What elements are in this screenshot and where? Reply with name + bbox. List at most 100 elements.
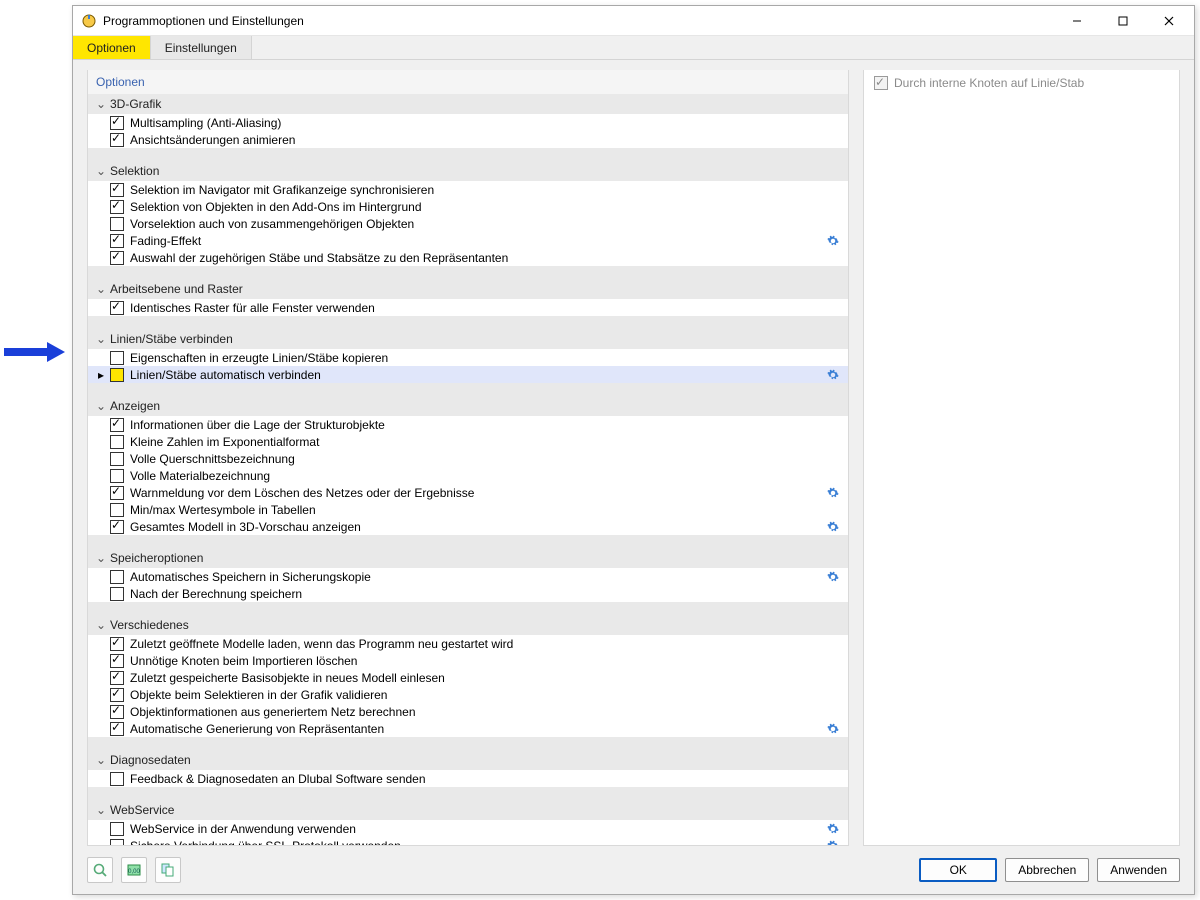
gear-icon[interactable] bbox=[826, 234, 840, 248]
option-auto-backup[interactable]: Automatisches Speichern in Sicherungskop… bbox=[88, 568, 848, 585]
checkbox-icon[interactable] bbox=[110, 183, 124, 197]
checkbox-icon[interactable] bbox=[110, 133, 124, 147]
group-speicher[interactable]: ⌄Speicheroptionen bbox=[88, 548, 848, 568]
option-identical-raster[interactable]: Identisches Raster für alle Fenster verw… bbox=[88, 299, 848, 316]
option-full-material[interactable]: Volle Materialbezeichnung bbox=[88, 467, 848, 484]
cancel-button[interactable]: Abbrechen bbox=[1005, 858, 1089, 882]
checkbox-icon[interactable] bbox=[110, 671, 124, 685]
checkbox-icon[interactable] bbox=[110, 251, 124, 265]
tab-einstellungen-label: Einstellungen bbox=[165, 41, 237, 55]
group-3d-grafik[interactable]: ⌄3D-Grafik bbox=[88, 94, 848, 114]
option-copy-properties[interactable]: Eigenschaften in erzeugte Linien/Stäbe k… bbox=[88, 349, 848, 366]
options-tree[interactable]: ⌄3D-Grafik Multisampling (Anti-Aliasing)… bbox=[88, 94, 848, 845]
units-button[interactable]: 0,00 bbox=[121, 857, 147, 883]
option-animate-view[interactable]: Ansichtsänderungen animieren bbox=[88, 131, 848, 148]
detail-pane: Durch interne Knoten auf Linie/Stab bbox=[863, 70, 1180, 846]
group-webservice[interactable]: ⌄WebService bbox=[88, 800, 848, 820]
option-save-after-calc[interactable]: Nach der Berechnung speichern bbox=[88, 585, 848, 602]
option-preselect-related[interactable]: Vorselektion auch von zusammengehörigen … bbox=[88, 215, 848, 232]
group-arbeitsebene[interactable]: ⌄Arbeitsebene und Raster bbox=[88, 279, 848, 299]
chevron-down-icon: ⌄ bbox=[94, 164, 108, 178]
group-linien-staebe[interactable]: ⌄Linien/Stäbe verbinden bbox=[88, 329, 848, 349]
ok-button[interactable]: OK bbox=[919, 858, 997, 882]
close-button[interactable] bbox=[1146, 6, 1192, 35]
group-diagnose[interactable]: ⌄Diagnosedaten bbox=[88, 750, 848, 770]
option-validate-on-select[interactable]: Objekte beim Selektieren in der Grafik v… bbox=[88, 686, 848, 703]
group-anzeigen[interactable]: ⌄Anzeigen bbox=[88, 396, 848, 416]
window-title: Programmoptionen und Einstellungen bbox=[103, 14, 1054, 28]
option-multisampling[interactable]: Multisampling (Anti-Aliasing) bbox=[88, 114, 848, 131]
checkbox-icon[interactable] bbox=[110, 570, 124, 584]
checkbox-icon[interactable] bbox=[110, 301, 124, 315]
gear-icon[interactable] bbox=[826, 822, 840, 836]
option-webservice-enable[interactable]: WebService in der Anwendung verwenden bbox=[88, 820, 848, 837]
group-selektion[interactable]: ⌄Selektion bbox=[88, 161, 848, 181]
option-through-internal-nodes: Durch interne Knoten auf Linie/Stab bbox=[874, 76, 1169, 90]
option-mesh-obj-info[interactable]: Objektinformationen aus generiertem Netz… bbox=[88, 703, 848, 720]
checkbox-icon[interactable] bbox=[110, 469, 124, 483]
group-verschiedenes[interactable]: ⌄Verschiedenes bbox=[88, 615, 848, 635]
checkbox-icon[interactable] bbox=[110, 587, 124, 601]
checkbox-icon[interactable] bbox=[110, 435, 124, 449]
checkbox-icon[interactable] bbox=[110, 705, 124, 719]
pointer-arrow bbox=[4, 342, 70, 362]
gear-icon[interactable] bbox=[826, 722, 840, 736]
option-minmax-symbols[interactable]: Min/max Wertesymbole in Tabellen bbox=[88, 501, 848, 518]
checkbox-icon[interactable] bbox=[110, 637, 124, 651]
option-fading-effekt[interactable]: Fading-Effekt bbox=[88, 232, 848, 249]
option-addons-background[interactable]: Selektion von Objekten in den Add-Ons im… bbox=[88, 198, 848, 215]
minimize-button[interactable] bbox=[1054, 6, 1100, 35]
checkbox-icon[interactable] bbox=[110, 486, 124, 500]
apply-button[interactable]: Anwenden bbox=[1097, 858, 1180, 882]
tab-bar: Optionen Einstellungen bbox=[73, 36, 1194, 60]
checkbox-icon[interactable] bbox=[110, 368, 124, 382]
option-full-3d-preview[interactable]: Gesamtes Modell in 3D-Vorschau anzeigen bbox=[88, 518, 848, 535]
checkbox-icon[interactable] bbox=[110, 822, 124, 836]
option-small-exp[interactable]: Kleine Zahlen im Exponentialformat bbox=[88, 433, 848, 450]
tab-optionen-label: Optionen bbox=[87, 41, 136, 55]
option-auto-connect[interactable]: ▸Linien/Stäbe automatisch verbinden bbox=[88, 366, 848, 383]
dialog-footer: 0,00 OK Abbrechen Anwenden bbox=[73, 846, 1194, 894]
checkbox-icon[interactable] bbox=[110, 688, 124, 702]
option-delete-warning[interactable]: Warnmeldung vor dem Löschen des Netzes o… bbox=[88, 484, 848, 501]
tab-optionen[interactable]: Optionen bbox=[73, 36, 151, 59]
option-del-unused-nodes[interactable]: Unnötige Knoten beim Importieren löschen bbox=[88, 652, 848, 669]
checkbox-icon[interactable] bbox=[110, 200, 124, 214]
checkbox-icon[interactable] bbox=[110, 772, 124, 786]
checkbox-icon[interactable] bbox=[110, 217, 124, 231]
checkbox-icon[interactable] bbox=[110, 351, 124, 365]
titlebar: Programmoptionen und Einstellungen bbox=[73, 6, 1194, 36]
gear-icon[interactable] bbox=[826, 486, 840, 500]
reset-defaults-button[interactable] bbox=[155, 857, 181, 883]
tab-einstellungen[interactable]: Einstellungen bbox=[151, 36, 252, 59]
option-send-diagnostics[interactable]: Feedback & Diagnosedaten an Dlubal Softw… bbox=[88, 770, 848, 787]
checkbox-icon[interactable] bbox=[110, 418, 124, 432]
option-auto-gen-rep[interactable]: Automatische Generierung von Repräsentan… bbox=[88, 720, 848, 737]
option-read-base-objects[interactable]: Zuletzt gespeicherte Basisobjekte in neu… bbox=[88, 669, 848, 686]
option-load-recent[interactable]: Zuletzt geöffnete Modelle laden, wenn da… bbox=[88, 635, 848, 652]
checkbox-icon[interactable] bbox=[110, 503, 124, 517]
checkbox-icon[interactable] bbox=[110, 116, 124, 130]
maximize-button[interactable] bbox=[1100, 6, 1146, 35]
option-through-internal-nodes-label: Durch interne Knoten auf Linie/Stab bbox=[894, 76, 1084, 90]
chevron-down-icon: ⌄ bbox=[94, 551, 108, 565]
checkbox-icon[interactable] bbox=[110, 654, 124, 668]
option-struct-info[interactable]: Informationen über die Lage der Struktur… bbox=[88, 416, 848, 433]
checkbox-icon[interactable] bbox=[110, 234, 124, 248]
option-sync-navigator[interactable]: Selektion im Navigator mit Grafikanzeige… bbox=[88, 181, 848, 198]
gear-icon[interactable] bbox=[826, 570, 840, 584]
checkbox-icon[interactable] bbox=[110, 722, 124, 736]
gear-icon[interactable] bbox=[826, 839, 840, 846]
options-tree-pane: Optionen ⌄3D-Grafik Multisampling (Anti-… bbox=[87, 70, 849, 846]
pane-header: Optionen bbox=[88, 70, 848, 94]
checkbox-icon[interactable] bbox=[110, 520, 124, 534]
gear-icon[interactable] bbox=[826, 520, 840, 534]
help-button[interactable] bbox=[87, 857, 113, 883]
gear-icon[interactable] bbox=[826, 368, 840, 382]
option-select-related-members[interactable]: Auswahl der zugehörigen Stäbe und Stabsä… bbox=[88, 249, 848, 266]
chevron-down-icon: ⌄ bbox=[94, 399, 108, 413]
option-full-cross-section[interactable]: Volle Querschnittsbezeichnung bbox=[88, 450, 848, 467]
option-webservice-ssl[interactable]: Sichere Verbindung über SSL-Protokoll ve… bbox=[88, 837, 848, 845]
checkbox-icon[interactable] bbox=[110, 452, 124, 466]
checkbox-icon[interactable] bbox=[110, 839, 124, 846]
